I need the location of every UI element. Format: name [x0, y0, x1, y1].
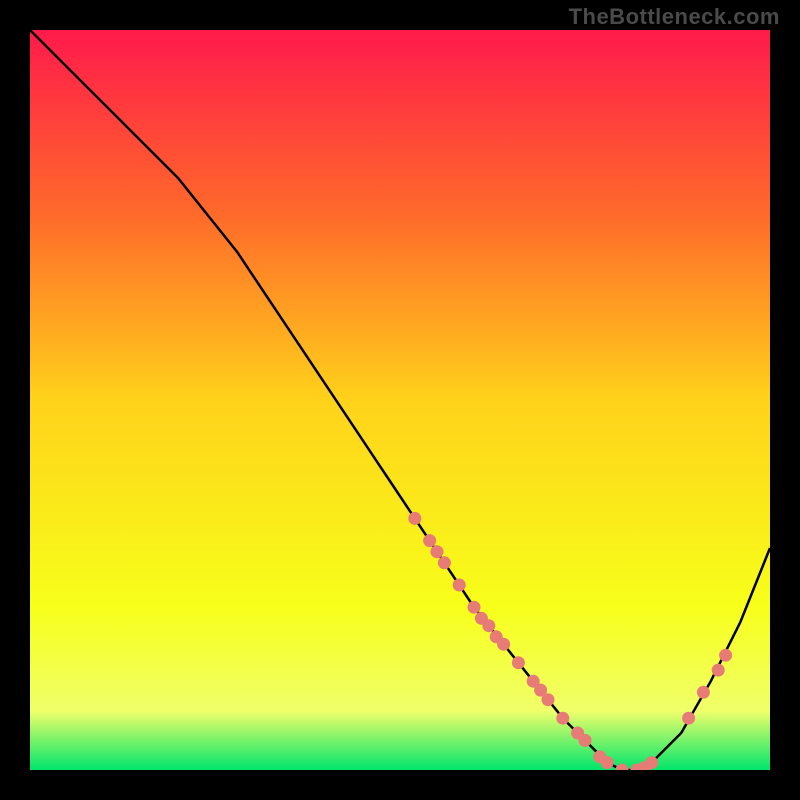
plot-area [30, 30, 770, 770]
watermark-text: TheBottleneck.com [569, 4, 780, 30]
chart-svg [30, 30, 770, 770]
data-dot [438, 556, 451, 569]
data-dot [601, 756, 614, 769]
data-dot [542, 693, 555, 706]
data-dot [453, 579, 466, 592]
data-dot [408, 512, 421, 525]
data-dot [556, 712, 569, 725]
chart-frame: TheBottleneck.com [0, 0, 800, 800]
data-dot [712, 664, 725, 677]
data-dot [482, 619, 495, 632]
data-dot [423, 534, 436, 547]
data-dot [497, 638, 510, 651]
data-dot [512, 656, 525, 669]
data-dot [719, 649, 732, 662]
data-dot [431, 545, 444, 558]
data-dot [682, 712, 695, 725]
data-dot [579, 734, 592, 747]
data-dot [468, 601, 481, 614]
data-dot [645, 756, 658, 769]
data-dot [697, 686, 710, 699]
